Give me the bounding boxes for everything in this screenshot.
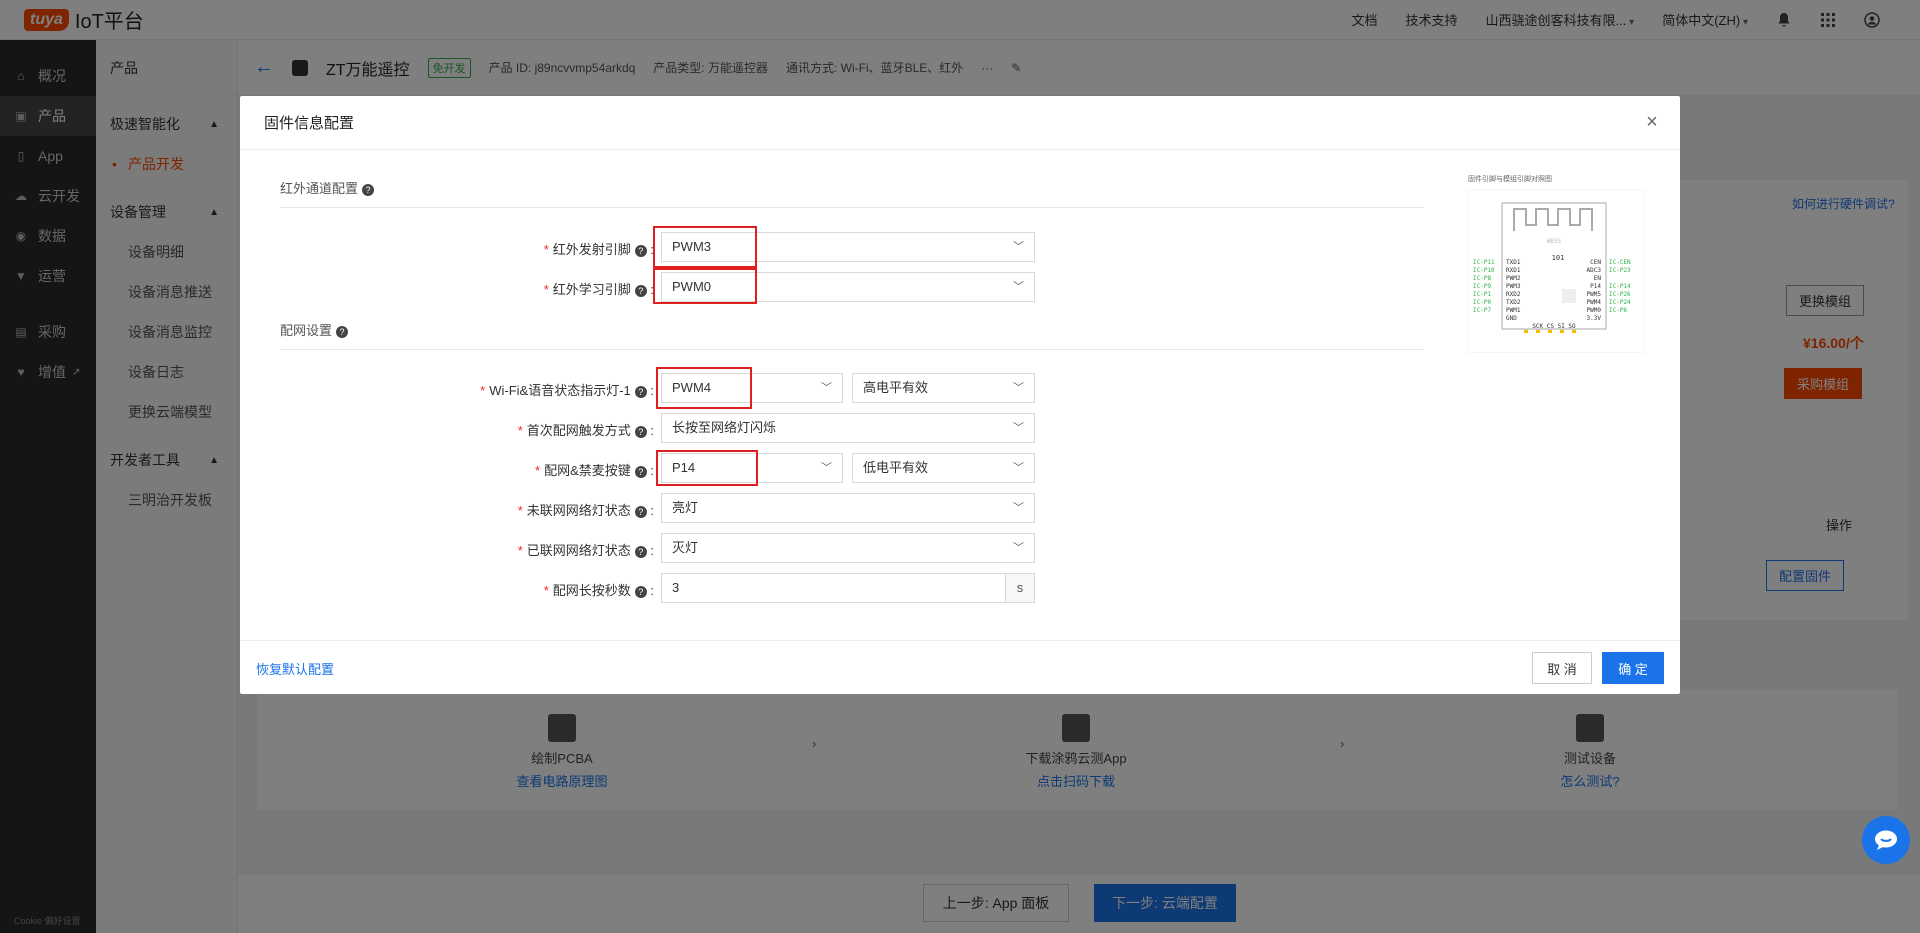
svg-text:IC-P11: IC-P11	[1473, 259, 1495, 266]
svg-text:ADC3: ADC3	[1587, 267, 1602, 274]
seconds-unit: s	[1005, 573, 1035, 603]
svg-text:IC-P23: IC-P23	[1609, 267, 1631, 274]
chip-caption: 固件引脚与模组引脚对照图	[1468, 176, 1552, 183]
led-level-select[interactable]: 高电平有效 ﹀	[852, 373, 1035, 403]
chevron-down-icon: ﹀	[1013, 281, 1024, 293]
chevron-down-icon: ﹀	[821, 462, 832, 474]
press-seconds-input[interactable]: 3	[661, 573, 1006, 603]
modal-title: 固件信息配置	[264, 115, 355, 132]
field-label-connected: * 已联网网络灯状态? :	[517, 543, 654, 558]
field-label-ir-tx: * 红外发射引脚? :	[543, 242, 654, 257]
svg-text:CEN: CEN	[1590, 259, 1601, 266]
field-label-unconnected: * 未联网网络灯状态? :	[517, 503, 654, 518]
firmware-config-modal: 固件信息配置 × 红外通道配置? * 红外发射引脚? : PWM3 ﹀ * 红外学习引…	[240, 96, 1680, 694]
svg-text:PWM5: PWM5	[1587, 291, 1602, 298]
highlight-box	[653, 268, 757, 304]
chat-support-button[interactable]	[1862, 816, 1910, 864]
svg-text:GND: GND	[1506, 315, 1517, 322]
key-level-select[interactable]: 低电平有效 ﹀	[852, 453, 1035, 483]
svg-text:RXD1: RXD1	[1506, 267, 1521, 274]
field-label-trigger: * 首次配网触发方式? :	[517, 423, 654, 438]
unconnected-led-select[interactable]: 亮灯 ﹀	[661, 493, 1035, 523]
chevron-down-icon: ﹀	[1013, 241, 1024, 253]
highlight-box	[656, 450, 758, 486]
svg-text:RXD2: RXD2	[1506, 291, 1521, 298]
svg-text:IC-CEN: IC-CEN	[1609, 259, 1631, 266]
svg-text:IC-P9: IC-P9	[1473, 283, 1491, 290]
help-icon[interactable]: ?	[336, 325, 349, 338]
svg-text:IC-P6: IC-P6	[1609, 307, 1627, 314]
svg-text:PWM2: PWM2	[1506, 275, 1521, 282]
section-ir: 红外通道配置?	[280, 178, 1424, 208]
help-icon[interactable]: ?	[634, 425, 647, 438]
reset-default-link[interactable]: 恢复默认配置	[256, 659, 334, 678]
help-icon[interactable]: ?	[634, 244, 647, 257]
svg-text:PWM0: PWM0	[1587, 307, 1602, 314]
pairing-trigger-select[interactable]: 长按至网络灯闪烁 ﹀	[661, 413, 1035, 443]
modal-footer: 恢复默认配置 取 消 确 定	[240, 640, 1680, 694]
svg-text:IC-P10: IC-P10	[1473, 267, 1495, 274]
svg-text:IC-P26: IC-P26	[1609, 291, 1631, 298]
chevron-down-icon: ﹀	[1013, 422, 1024, 434]
connected-led-select[interactable]: 灭灯 ﹀	[661, 533, 1035, 563]
chevron-down-icon: ﹀	[1013, 502, 1024, 514]
help-icon[interactable]: ?	[634, 284, 647, 297]
close-icon[interactable]: ×	[1642, 112, 1662, 132]
section-network: 配网设置?	[280, 320, 1424, 350]
help-icon[interactable]: ?	[634, 585, 647, 598]
chip-center-label: 101	[1552, 254, 1565, 262]
svg-text:IC-P1: IC-P1	[1473, 291, 1491, 298]
chevron-down-icon: ﹀	[1013, 542, 1024, 554]
highlight-box	[656, 367, 752, 409]
svg-text:TXD2: TXD2	[1506, 299, 1521, 306]
help-icon[interactable]: ?	[634, 385, 647, 398]
chat-icon	[1875, 830, 1897, 850]
svg-text:IC-P14: IC-P14	[1609, 283, 1631, 290]
svg-text:TXD1: TXD1	[1506, 259, 1521, 266]
cancel-button[interactable]: 取 消	[1532, 652, 1592, 684]
svg-text:IC-P0: IC-P0	[1473, 299, 1491, 306]
modal-header: 固件信息配置 ×	[240, 96, 1680, 150]
svg-text:SCK CS SI SO: SCK CS SI SO	[1532, 323, 1576, 330]
field-label-press-secs: * 配网长按秒数? :	[543, 583, 654, 598]
chip-name: WB3S	[1547, 238, 1562, 245]
field-label-key: * 配网&禁麦按键? :	[535, 463, 654, 478]
help-icon[interactable]: ?	[634, 465, 647, 478]
module-pinout-diagram: WB3S 101 TXD1 RXD1 PWM2 PWM3 RXD2 TXD2 P…	[1468, 189, 1644, 353]
help-icon[interactable]: ?	[634, 505, 647, 518]
chevron-down-icon: ﹀	[821, 382, 832, 394]
svg-text:P14: P14	[1590, 283, 1601, 290]
help-icon[interactable]: ?	[362, 183, 375, 196]
svg-text:IC-P8: IC-P8	[1473, 275, 1491, 282]
svg-text:PWM4: PWM4	[1587, 299, 1602, 306]
help-icon[interactable]: ?	[634, 545, 647, 558]
chevron-down-icon: ﹀	[1013, 462, 1024, 474]
highlight-box	[653, 226, 757, 268]
confirm-button[interactable]: 确 定	[1602, 652, 1664, 684]
svg-text:3.3V: 3.3V	[1587, 315, 1602, 322]
svg-text:PWM3: PWM3	[1506, 283, 1521, 290]
field-label-led: * Wi-Fi&语音状态指示灯-1? :	[480, 383, 654, 398]
svg-text:EN: EN	[1594, 275, 1602, 282]
svg-text:IC-P24: IC-P24	[1609, 299, 1631, 306]
chevron-down-icon: ﹀	[1013, 382, 1024, 394]
field-label-ir-rx: * 红外学习引脚? :	[543, 282, 654, 297]
svg-text:PWM1: PWM1	[1506, 307, 1521, 314]
svg-text:IC-P7: IC-P7	[1473, 307, 1491, 314]
